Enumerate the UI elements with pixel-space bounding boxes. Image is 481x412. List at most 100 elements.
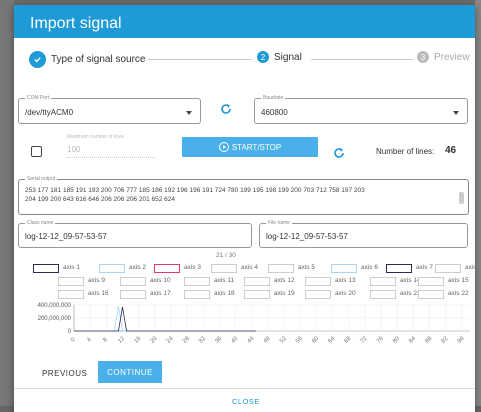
- step-label: Signal: [274, 51, 302, 63]
- y-tick-label: 0: [68, 329, 72, 335]
- x-tick-label: 64: [327, 335, 336, 344]
- class-name-field[interactable]: Class name log-12-12_09-57-53-57: [18, 219, 252, 248]
- refresh-icon[interactable]: [333, 146, 345, 162]
- x-tick-label: 16: [133, 335, 142, 344]
- x-tick-label: 60: [311, 335, 320, 344]
- legend-label: axis 17: [150, 290, 171, 297]
- legend-swatch: [184, 290, 210, 299]
- x-tick-label: 12: [117, 335, 126, 344]
- x-tick-label: 84: [408, 335, 417, 344]
- legend-label: axis 1: [63, 264, 80, 271]
- char-counter: 21 / 30: [216, 252, 236, 259]
- x-tick-label: 76: [376, 335, 385, 344]
- x-tick-label: 52: [279, 335, 288, 344]
- legend-label: axis 5: [298, 264, 315, 271]
- com-port-select[interactable]: COM Port /dev/ttyACM0: [18, 94, 201, 124]
- x-tick-label: 8: [102, 337, 109, 344]
- start-stop-label: START/STOP: [231, 142, 282, 152]
- legend-swatch: [99, 264, 125, 273]
- import-signal-dialog: Import signal Type of signal source 2 Si…: [14, 5, 475, 412]
- max-lines-checkbox[interactable]: [31, 146, 42, 157]
- play-icon: [218, 142, 229, 152]
- start-stop-button[interactable]: START/STOP: [182, 137, 318, 157]
- y-tick-label: 200,000,000: [38, 316, 72, 322]
- x-tick-label: 72: [360, 335, 369, 344]
- legend-swatch: [120, 290, 146, 299]
- serial-output-box[interactable]: Serial output 253 177 181 185 191 193 20…: [18, 175, 469, 215]
- legend-swatch: [268, 264, 294, 273]
- legend-swatch: [331, 264, 357, 273]
- legend-label: axis 9: [88, 277, 105, 284]
- baudrate-select[interactable]: Baudrate 460800: [254, 94, 468, 124]
- baudrate-label: Baudrate: [261, 94, 286, 102]
- x-tick-label: 88: [424, 335, 433, 344]
- legend-label: axis 18: [214, 290, 235, 297]
- file-name-field[interactable]: File name log-12-12_09-57-53-57: [259, 219, 468, 248]
- step-type-of-signal-source[interactable]: Type of signal source: [29, 51, 146, 68]
- dialog-title: Import signal: [14, 5, 475, 38]
- legend-label: axis 19: [274, 290, 295, 297]
- step-signal[interactable]: 2 Signal: [257, 51, 302, 63]
- legend-swatch: [184, 277, 210, 286]
- baudrate-value: 460800: [261, 108, 288, 117]
- legend-label: axis 6: [361, 264, 378, 271]
- max-lines-input[interactable]: 100: [67, 142, 155, 158]
- previous-button[interactable]: PREVIOUS: [42, 369, 87, 378]
- legend-swatch: [435, 264, 461, 273]
- legend-label: axis 4: [241, 264, 258, 271]
- legend-label: axis 10: [150, 277, 171, 284]
- x-tick-label: 40: [230, 335, 239, 344]
- refresh-icon[interactable]: [220, 102, 232, 118]
- legend-swatch: [120, 277, 146, 286]
- x-tick-label: 96: [457, 335, 466, 344]
- close-button[interactable]: CLOSE: [232, 397, 260, 406]
- legend-swatch: [211, 264, 237, 273]
- com-port-value: /dev/ttyACM0: [25, 108, 74, 117]
- stepper: Type of signal source 2 Signal 3 Preview: [14, 51, 475, 77]
- step-label: Type of signal source: [51, 54, 146, 65]
- signal-chart: 0200,000,000400,000,0000 4 8 12 16 20 24 28 32 36…: [38, 303, 470, 345]
- legend-label: axis 11: [214, 277, 235, 284]
- legend-label: axis 15: [448, 277, 469, 284]
- legend-label: axis 3: [184, 264, 201, 271]
- legend-swatch: [58, 277, 84, 286]
- chevron-down-icon: [453, 111, 459, 115]
- legend-swatch: [386, 264, 412, 273]
- x-tick-label: 24: [166, 335, 175, 344]
- continue-button[interactable]: CONTINUE: [98, 361, 162, 383]
- x-tick-label: 4: [86, 337, 93, 344]
- legend-swatch: [418, 277, 444, 286]
- backdrop-left: [0, 0, 14, 412]
- x-tick-label: 0: [70, 337, 77, 344]
- legend-swatch: [154, 264, 180, 273]
- legend-label: axis 2: [129, 264, 146, 271]
- backdrop-right: [475, 0, 481, 412]
- step-preview[interactable]: 3 Preview: [417, 51, 470, 63]
- file-name-value: log-12-12_09-57-53-57: [266, 232, 348, 241]
- legend-swatch: [370, 277, 396, 286]
- y-tick-label: 400,000,000: [38, 303, 72, 309]
- step-connector: [311, 59, 413, 60]
- series-line: [74, 306, 256, 332]
- legend-swatch: [33, 264, 59, 273]
- file-name-label: File name: [266, 219, 292, 227]
- footer-divider: CLOSE: [14, 388, 475, 412]
- x-tick-label: 92: [441, 335, 450, 344]
- legend-swatch: [370, 290, 396, 299]
- legend-label: axis 7: [416, 264, 433, 271]
- step-number: 3: [417, 51, 429, 63]
- legend-swatch: [418, 290, 444, 299]
- legend-swatch: [58, 290, 84, 299]
- check-icon: [29, 51, 46, 68]
- scrollbar[interactable]: [459, 192, 464, 204]
- class-name-value: log-12-12_09-57-53-57: [25, 232, 107, 241]
- x-tick-label: 36: [214, 335, 223, 344]
- serial-output-label: Serial output: [25, 175, 58, 183]
- x-tick-label: 20: [150, 335, 159, 344]
- legend-swatch: [244, 290, 270, 299]
- step-number: 2: [257, 51, 269, 63]
- legend-swatch: [305, 277, 331, 286]
- legend-label: axis 8: [465, 264, 475, 271]
- legend-label: axis 16: [88, 290, 109, 297]
- number-of-lines-value: 46: [445, 145, 457, 156]
